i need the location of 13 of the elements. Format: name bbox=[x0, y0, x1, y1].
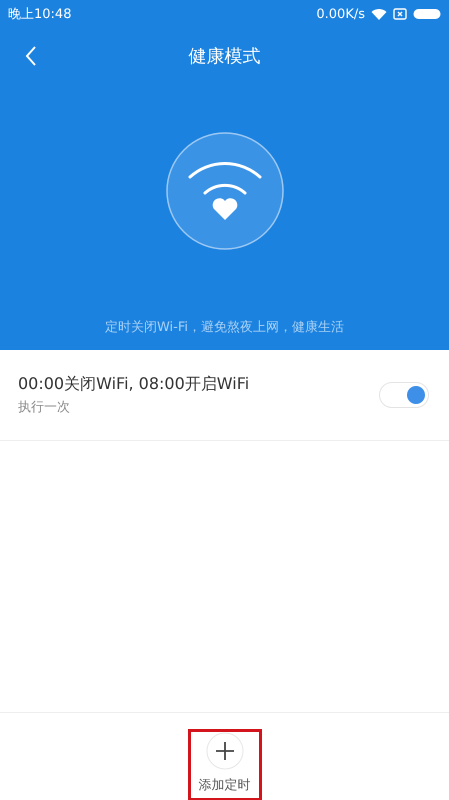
wifi-icon bbox=[371, 8, 387, 20]
battery-icon bbox=[413, 8, 441, 20]
mode-description: 定时关闭Wi-Fi，避免熬夜上网，健康生活 bbox=[104, 319, 344, 336]
network-speed: 0.00K/s bbox=[316, 6, 365, 22]
add-schedule-label[interactable]: 添加定时 bbox=[198, 776, 250, 794]
schedule-title: 00:00关闭WiFi, 08:00开启WiFi bbox=[18, 374, 250, 395]
schedule-repeat: 执行一次 bbox=[18, 399, 71, 416]
back-icon[interactable] bbox=[24, 45, 38, 67]
add-icon[interactable] bbox=[206, 732, 244, 770]
sim-icon bbox=[393, 8, 407, 20]
schedule-toggle[interactable] bbox=[379, 382, 429, 408]
status-time: 晚上10:48 bbox=[8, 6, 72, 23]
page-title: 健康模式 bbox=[188, 45, 260, 68]
